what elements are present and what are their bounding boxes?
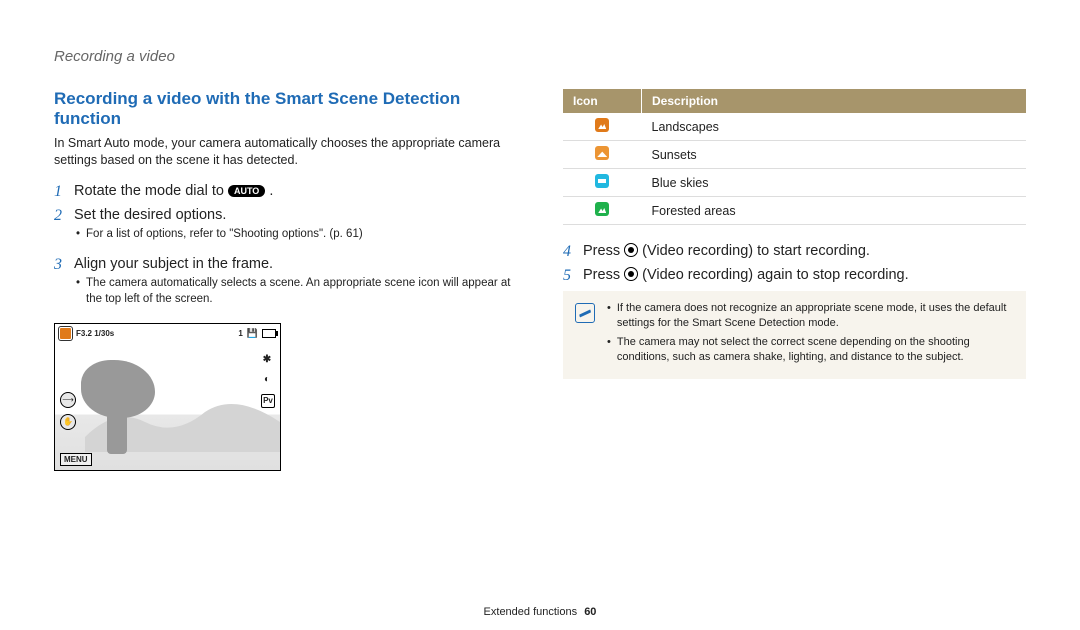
scene-mini-icon [595, 146, 609, 160]
table-row: Sunsets [563, 141, 1026, 169]
record-icon [624, 243, 638, 257]
cell-desc: Forested areas [642, 197, 1027, 225]
notes-list: If the camera does not recognize an appr… [607, 301, 1012, 366]
cell-desc: Sunsets [642, 141, 1027, 169]
step-number: 4 [563, 243, 583, 261]
step-text: Press (Video recording) to start recordi… [583, 243, 1026, 259]
table-row: Landscapes [563, 113, 1026, 141]
step: 5Press (Video recording) again to stop r… [563, 267, 1026, 285]
cell-desc: Landscapes [642, 113, 1027, 141]
note-item: The camera may not select the correct sc… [607, 335, 1012, 366]
sub-bullets: The camera automatically selects a scene… [74, 276, 517, 307]
right-column: Icon Description LandscapesSunsetsBlue s… [563, 89, 1026, 471]
note-icon [575, 303, 595, 323]
aperture-text: F3.2 1/30s [76, 329, 114, 338]
scene-mini-icon [595, 174, 609, 188]
th-description: Description [642, 89, 1027, 113]
auto-pill: AUTO [228, 185, 265, 198]
step-number: 1 [54, 183, 74, 201]
battery-icon [262, 329, 276, 338]
step-body: Press (Video recording) to start recordi… [583, 243, 1026, 261]
steps-left: 1Rotate the mode dial to AUTO .2Set the … [54, 183, 517, 316]
footer: Extended functions 60 [0, 606, 1080, 618]
scene-mini-icon [595, 202, 609, 216]
footer-page-number: 60 [584, 606, 596, 618]
step: 3Align your subject in the frame. The cam… [54, 256, 517, 315]
icon-table: Icon Description LandscapesSunsetsBlue s… [563, 89, 1026, 225]
cell-icon [563, 197, 642, 225]
cell-icon [563, 113, 642, 141]
tree-trunk [107, 412, 127, 454]
page: Recording a video Recording a video with… [0, 0, 1080, 630]
card-indicator: 1 [238, 329, 242, 338]
table-row: Blue skies [563, 169, 1026, 197]
step-body: Align your subject in the frame. The came… [74, 256, 517, 315]
camera-display: F3.2 1/30s 1 💾 ✱◐Pv🔍 ⟶✋ [54, 323, 281, 471]
cell-desc: Blue skies [642, 169, 1027, 197]
sub-bullets: For a list of options, refer to "Shootin… [74, 227, 517, 243]
scene-icon [59, 327, 72, 340]
step-body: Rotate the mode dial to AUTO . [74, 183, 517, 201]
page-header: Recording a video [54, 48, 1026, 65]
sub-bullet: For a list of options, refer to "Shootin… [74, 227, 517, 243]
step-number: 3 [54, 256, 74, 315]
step: 2Set the desired options. For a list of o… [54, 207, 517, 251]
scene-mini-icon [595, 118, 609, 132]
step-text: Align your subject in the frame. [74, 256, 517, 272]
intro-text: In Smart Auto mode, your camera automati… [54, 135, 517, 169]
left-overlay-icons: ⟶✋ [60, 392, 76, 430]
step-body: Set the desired options. For a list of op… [74, 207, 517, 251]
tree-top [81, 360, 155, 418]
left-column: Recording a video with the Smart Scene D… [54, 89, 517, 471]
footer-section: Extended functions [484, 606, 578, 618]
table-row: Forested areas [563, 197, 1026, 225]
step: 4Press (Video recording) to start record… [563, 243, 1026, 261]
menu-button: MENU [60, 453, 92, 466]
th-icon: Icon [563, 89, 642, 113]
record-icon [624, 267, 638, 281]
columns: Recording a video with the Smart Scene D… [54, 89, 1026, 471]
note-item: If the camera does not recognize an appr… [607, 301, 1012, 332]
step-text: Set the desired options. [74, 207, 517, 223]
step-body: Press (Video recording) again to stop re… [583, 267, 1026, 285]
step-number: 5 [563, 267, 583, 285]
step: 1Rotate the mode dial to AUTO . [54, 183, 517, 201]
cell-icon [563, 141, 642, 169]
step-number: 2 [54, 207, 74, 251]
cell-icon [563, 169, 642, 197]
note-box: If the camera does not recognize an appr… [563, 291, 1026, 379]
step-text: Rotate the mode dial to AUTO . [74, 183, 517, 199]
step-text: Press (Video recording) again to stop re… [583, 267, 1026, 283]
sub-bullet: The camera automatically selects a scene… [74, 276, 517, 307]
section-title: Recording a video with the Smart Scene D… [54, 89, 517, 129]
steps-right: 4Press (Video recording) to start record… [563, 243, 1026, 285]
